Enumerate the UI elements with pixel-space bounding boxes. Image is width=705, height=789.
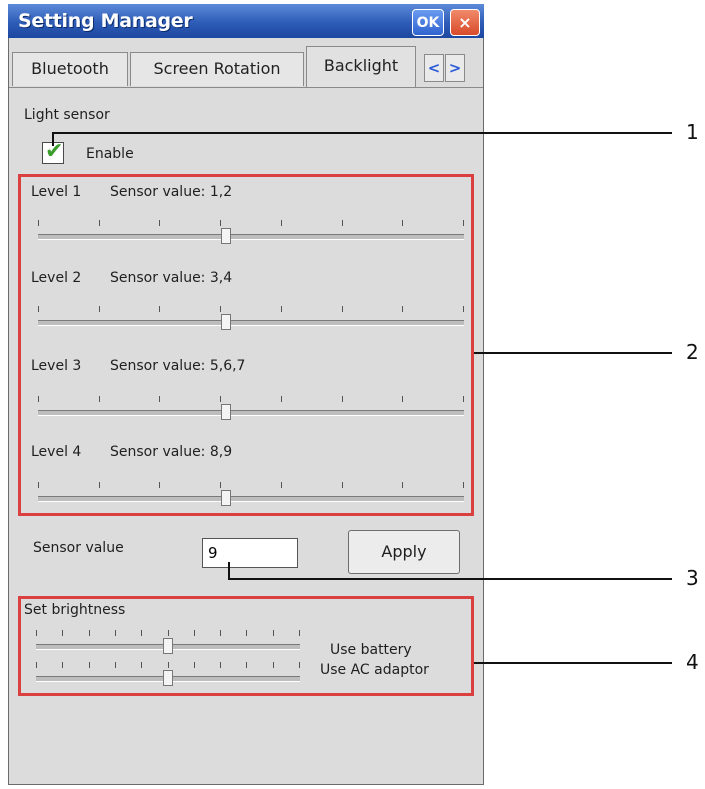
light-sensor-label: Light sensor bbox=[24, 107, 110, 123]
ok-button[interactable]: OK bbox=[412, 9, 444, 36]
sensor-value-input[interactable]: 9 bbox=[202, 538, 298, 568]
tab-scroll-right-icon[interactable]: > bbox=[445, 54, 465, 82]
callout-tick-3 bbox=[228, 562, 230, 580]
brightness-highlight-box bbox=[18, 596, 474, 696]
callout-number-2: 2 bbox=[686, 340, 699, 364]
tab-bluetooth[interactable]: Bluetooth bbox=[12, 52, 128, 86]
apply-button[interactable]: Apply bbox=[348, 530, 460, 574]
callout-number-1: 1 bbox=[686, 120, 699, 144]
callout-number-4: 4 bbox=[686, 650, 699, 674]
callout-line-4 bbox=[474, 662, 672, 664]
callout-line-3 bbox=[228, 578, 672, 580]
callout-line-2 bbox=[474, 352, 672, 354]
tab-scroll-left-icon[interactable]: < bbox=[424, 54, 444, 82]
checkmark-icon: ✔ bbox=[45, 139, 64, 164]
title-bar: Setting Manager OK × bbox=[8, 4, 484, 38]
sensor-value-label: Sensor value bbox=[33, 540, 124, 556]
callout-line-1 bbox=[52, 132, 672, 134]
enable-label: Enable bbox=[86, 146, 134, 162]
levels-highlight-box bbox=[18, 174, 474, 516]
callout-number-3: 3 bbox=[686, 566, 699, 590]
window-title: Setting Manager bbox=[18, 10, 193, 32]
tab-screen-rotation[interactable]: Screen Rotation bbox=[130, 52, 304, 86]
close-button[interactable]: × bbox=[450, 9, 480, 36]
callout-tick-1 bbox=[52, 132, 54, 146]
tab-backlight[interactable]: Backlight bbox=[306, 46, 416, 88]
